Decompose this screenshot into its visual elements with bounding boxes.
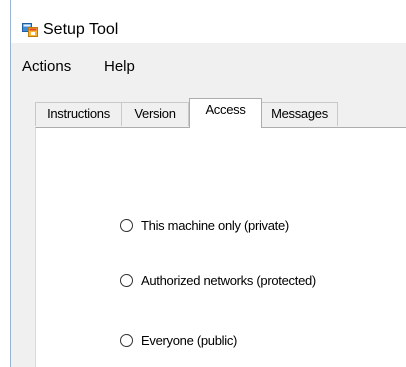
tab-strip: Instructions Version Access Messages xyxy=(11,87,406,128)
radio-public-label: Everyone (public) xyxy=(141,332,238,348)
radio-protected[interactable]: Authorized networks (protected) xyxy=(120,270,316,290)
access-tab-panel: This machine only (private) Authorized n… xyxy=(35,127,406,367)
radio-private[interactable]: This machine only (private) xyxy=(120,215,289,235)
menu-actions[interactable]: Actions xyxy=(22,58,71,76)
radio-private-label: This machine only (private) xyxy=(141,217,289,233)
radio-button-icon[interactable] xyxy=(120,333,133,347)
tab-messages[interactable]: Messages xyxy=(261,102,338,126)
title-bar[interactable]: Setup Tool xyxy=(11,0,406,43)
window-title: Setup Tool xyxy=(43,21,119,38)
menu-help[interactable]: Help xyxy=(104,58,135,76)
radio-button-icon[interactable] xyxy=(120,218,133,232)
tab-instructions[interactable]: Instructions xyxy=(35,102,122,126)
tab-version[interactable]: Version xyxy=(121,102,189,126)
menu-bar: Actions Help xyxy=(11,43,406,87)
setup-tool-window: Setup Tool Actions Help Instructions Ver… xyxy=(10,0,406,367)
app-window-icon xyxy=(22,21,38,37)
radio-button-icon[interactable] xyxy=(120,273,133,287)
radio-public[interactable]: Everyone (public) xyxy=(120,330,237,350)
tab-access[interactable]: Access xyxy=(189,98,262,128)
radio-protected-label: Authorized networks (protected) xyxy=(141,272,316,288)
